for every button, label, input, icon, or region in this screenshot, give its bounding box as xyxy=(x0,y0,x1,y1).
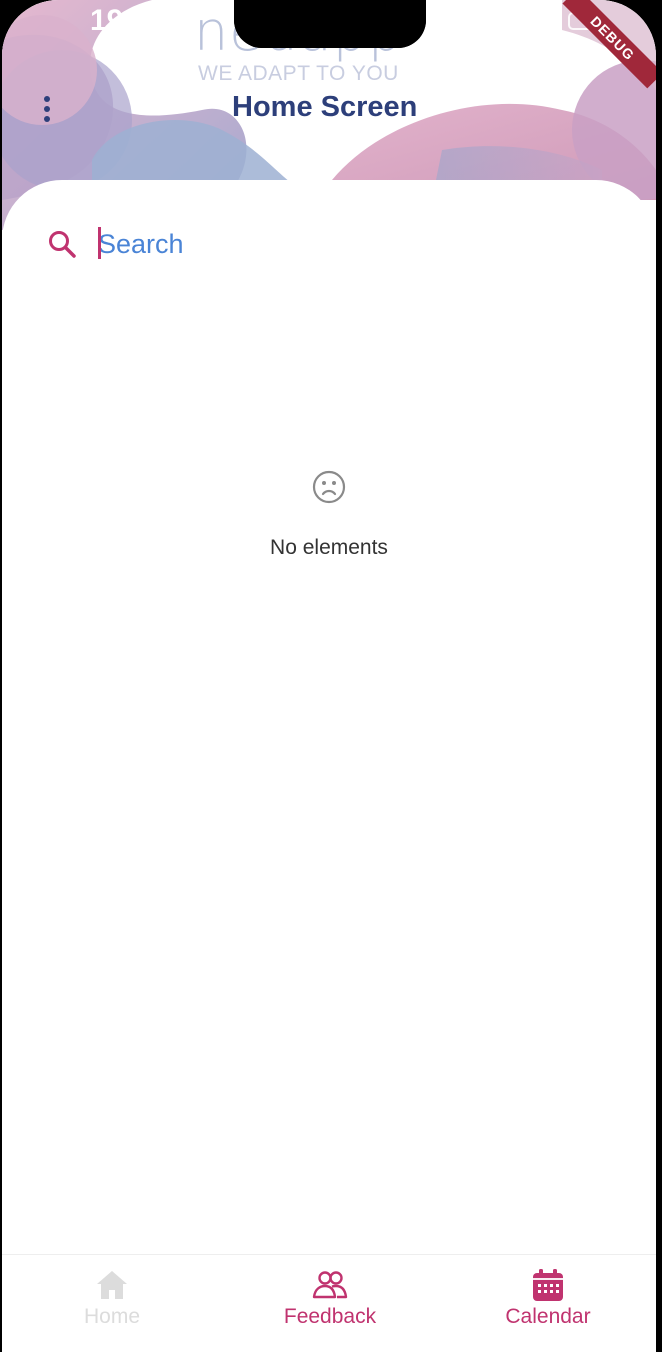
nav-item-feedback[interactable]: Feedback xyxy=(240,1267,420,1347)
empty-state-message: No elements xyxy=(270,536,388,559)
phone-frame: neuapp WE ADAPT TO YOU 19:08 DEBUG Home … xyxy=(0,0,662,1352)
more-menu-button[interactable] xyxy=(32,92,62,126)
text-caret xyxy=(98,227,101,259)
nav-item-calendar[interactable]: Calendar xyxy=(458,1267,638,1347)
dynamic-island xyxy=(234,0,426,48)
content-card: No elements xyxy=(2,180,656,1260)
people-icon xyxy=(312,1271,348,1299)
home-icon xyxy=(97,1271,127,1299)
nav-label-calendar: Calendar xyxy=(505,1305,591,1328)
calendar-icon xyxy=(533,1269,563,1301)
status-time: 19:08 xyxy=(90,4,167,37)
nav-label-feedback: Feedback xyxy=(283,1305,377,1328)
brand-tagline: WE ADAPT TO YOU xyxy=(198,62,399,85)
bottom-navigation-bar: Home Feedback Calendar xyxy=(2,1254,656,1352)
sad-face-icon xyxy=(312,470,346,504)
page-title: Home Screen xyxy=(232,91,418,123)
search-bar[interactable] xyxy=(46,224,606,268)
menu-dot-icon xyxy=(44,116,50,122)
search-icon[interactable] xyxy=(46,228,78,260)
search-input[interactable] xyxy=(98,224,598,264)
nav-label-home: Home xyxy=(83,1305,141,1328)
menu-dot-icon xyxy=(44,96,50,102)
menu-dot-icon xyxy=(44,106,50,112)
nav-item-home[interactable]: Home xyxy=(22,1267,202,1347)
app-screen: neuapp WE ADAPT TO YOU 19:08 DEBUG Home … xyxy=(2,0,656,1352)
